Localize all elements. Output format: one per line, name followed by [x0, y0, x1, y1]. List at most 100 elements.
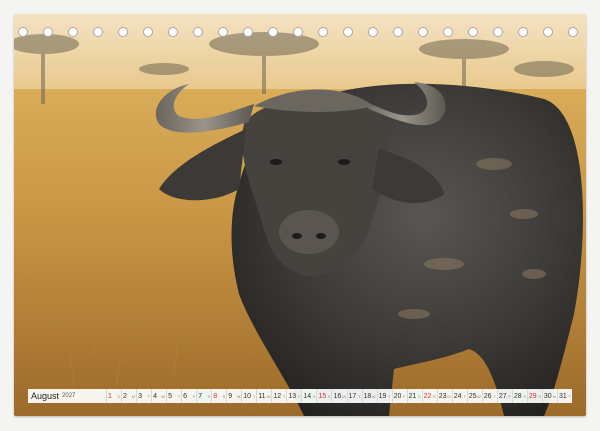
day-of-week: S [523, 393, 526, 399]
day-of-week: M [131, 393, 136, 399]
day-number: 4 [153, 392, 157, 400]
binding-hole [68, 27, 78, 37]
binding-hole [368, 27, 378, 37]
day-of-week: M [447, 393, 451, 399]
day-number: 23 [438, 392, 447, 400]
day-cell: 16 M [331, 389, 346, 403]
binding-hole [418, 27, 428, 37]
day-cell: 31 T [556, 389, 572, 403]
day-of-week: T [493, 393, 496, 399]
day-cell: 22 S [421, 389, 437, 403]
day-number: 5 [168, 392, 173, 400]
day-of-week: T [388, 393, 391, 399]
day-number: 13 [288, 392, 297, 400]
day-cell: 14 S [301, 389, 317, 403]
day-of-week: S [417, 393, 421, 399]
buffalo-photo [14, 14, 586, 416]
month-year: 2027 [62, 393, 76, 399]
day-cell: 9M [226, 389, 241, 403]
day-number: 24 [453, 392, 462, 400]
day-number: 3 [138, 392, 142, 400]
day-number: 28 [513, 392, 522, 400]
day-cells: 1 S 2 M 3 T 4 W 5 T 6 F 7 S 8 S 9 M 10 T 11 W 12 T 13 F 14 S 15 S 16 M 1… [106, 389, 572, 403]
day-number: 29 [528, 392, 537, 400]
binding-hole [43, 27, 53, 37]
binding-hole [518, 27, 528, 37]
day-number: 8 [213, 392, 218, 400]
day-number: 9 [228, 392, 233, 400]
day-of-week: T [282, 393, 286, 399]
calendar-page: August 2027 1 S 2 M 3 T 4 W 5 T 6 F 7 S 8 S 9 M 10 T 11 W 12 T 1… [0, 0, 600, 431]
day-of-week: T [463, 393, 466, 399]
day-of-week: M [342, 393, 346, 399]
day-of-week: S [433, 393, 436, 399]
day-cell: 1S [106, 389, 121, 403]
day-cell: 10 T [241, 389, 256, 403]
day-number: 18 [363, 392, 372, 400]
day-cell: 12 T [271, 389, 286, 403]
day-of-week: T [252, 393, 256, 399]
day-cell: 7S [196, 389, 212, 403]
day-of-week: M [236, 393, 241, 399]
day-cell: 25 W [466, 389, 482, 403]
day-of-week: S [207, 393, 211, 399]
day-number: 14 [303, 392, 312, 400]
day-cell: 30 M [541, 389, 557, 403]
month-label: August 2027 [28, 389, 106, 403]
binding-hole [468, 27, 478, 37]
binding-hole [93, 27, 103, 37]
day-number: 31 [558, 392, 567, 400]
binding-hole [143, 27, 153, 37]
day-of-week: M [552, 393, 556, 399]
day-of-week: W [371, 393, 376, 399]
day-of-week: W [477, 393, 481, 399]
day-of-week: F [192, 393, 196, 399]
day-cell: 23 M [436, 389, 452, 403]
binding-hole [218, 27, 228, 37]
binding-hole [268, 27, 278, 37]
day-of-week: F [297, 393, 301, 399]
binding-hole [18, 27, 28, 37]
day-cell: 26 T [481, 389, 497, 403]
day-number: 1 [108, 392, 112, 400]
day-number: 7 [198, 392, 203, 400]
day-cell: 5T [166, 389, 181, 403]
day-cell: 18 W [361, 389, 377, 403]
day-cell: 24 T [451, 389, 467, 403]
binding-hole [293, 27, 303, 37]
day-cell: 21 S [406, 389, 422, 403]
day-of-week: S [222, 393, 226, 399]
day-cell: 29 S [526, 389, 542, 403]
day-cell: 6F [181, 389, 196, 403]
day-of-week: T [177, 393, 181, 399]
binding-hole [243, 27, 253, 37]
day-number: 27 [498, 392, 507, 400]
day-cell: 17 T [346, 389, 362, 403]
day-number: 26 [483, 392, 492, 400]
day-number: 17 [348, 392, 357, 400]
day-number: 12 [273, 392, 282, 400]
day-number: 25 [468, 392, 477, 400]
binding-hole [543, 27, 553, 37]
day-cell: 20 F [391, 389, 407, 403]
day-of-week: W [161, 393, 166, 399]
calendar-date-strip: August 2027 1 S 2 M 3 T 4 W 5 T 6 F 7 S 8 S 9 M 10 T 11 W 12 T 1… [28, 389, 572, 403]
day-cell: 13 F [286, 389, 301, 403]
binding-hole [118, 27, 128, 37]
day-of-week: W [266, 393, 271, 399]
day-of-week: T [147, 393, 151, 399]
day-of-week: S [327, 393, 331, 399]
day-number: 6 [183, 392, 188, 400]
binding-hole [193, 27, 203, 37]
day-cell: 27 F [496, 389, 512, 403]
day-cell: 3T [136, 389, 151, 403]
day-cell: 15 S [316, 389, 331, 403]
day-of-week: T [568, 393, 571, 399]
day-cell: 8S [211, 389, 226, 403]
day-number: 30 [543, 392, 552, 400]
day-cell: 11 W [256, 389, 271, 403]
day-number: 20 [393, 392, 402, 400]
day-cell: 2M [121, 389, 136, 403]
month-name: August [31, 391, 60, 401]
day-cell: 4W [151, 389, 166, 403]
